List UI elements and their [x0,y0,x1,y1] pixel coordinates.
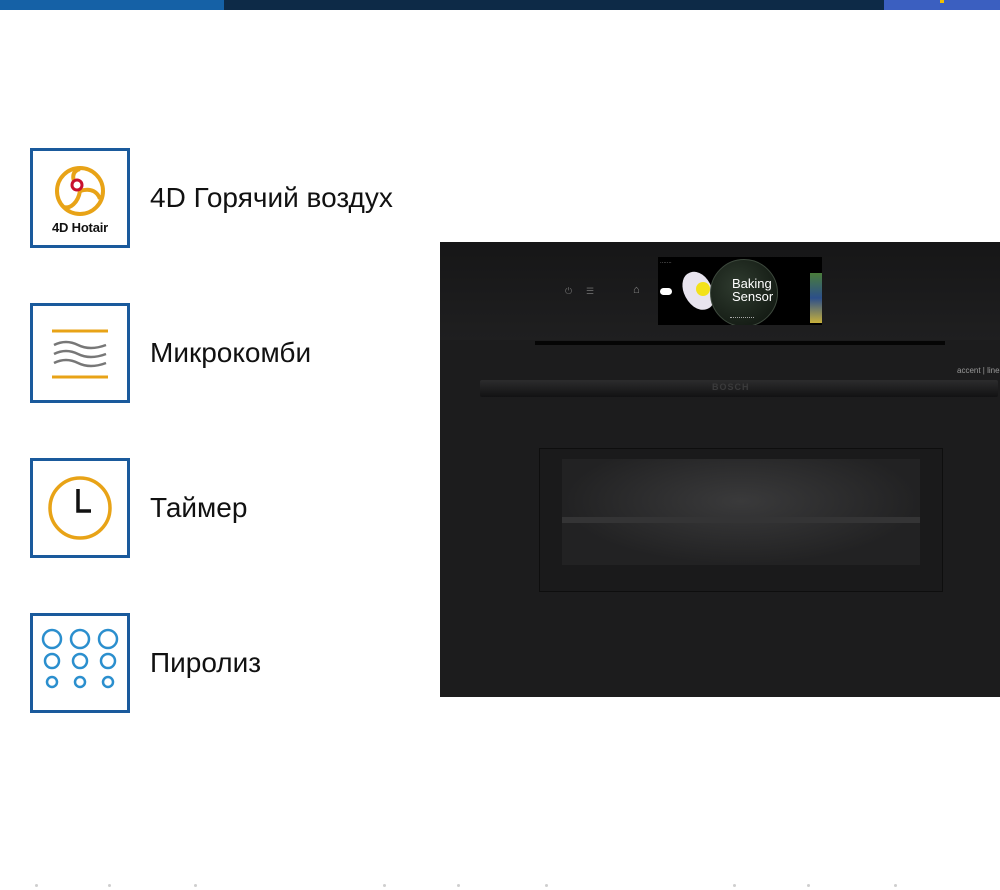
display-status-text: ······· [660,260,672,266]
clock-icon [30,458,130,558]
home-icon: ⌂ [633,284,640,296]
display-toggle [660,288,672,295]
oven-product-image: ⏻ ☰ ⌂ ······· Baking Sensor accent | lin… [440,242,1000,697]
oven-rack [562,517,920,523]
display-pager-dots [730,317,754,320]
oven-cavity [562,459,920,565]
display-line2: Sensor [732,289,774,304]
oven-door-window [539,448,943,592]
brand-logo: BOSCH [712,382,750,392]
oven-seam [535,341,945,345]
feature-label: Пиролиз [150,647,262,678]
egg-yolk [696,282,710,296]
hotair-fan-icon: 4D Hotair [30,148,130,248]
top-bar-segment-left [0,0,224,10]
oven-touch-display: ······· Baking Sensor [658,257,822,325]
feature-timer: Таймер [30,458,247,558]
menu-icon: ☰ [586,286,595,296]
microwave-waves-icon [30,303,130,403]
feature-label: Таймер [150,492,248,523]
power-icon: ⏻ [565,286,573,296]
bottom-decoration [0,880,1000,890]
feature-4d-hotair: 4D Hotair 4D Горячий воздух [30,148,393,248]
display-side-image [810,273,822,323]
top-bar-marker [940,0,944,3]
top-bar-segment-middle [224,0,884,10]
pyrolysis-circles-icon [30,613,130,713]
display-text: Baking Sensor [732,277,773,303]
feature-pyrolysis: Пиролиз [30,613,261,713]
feature-label: Микрокомби [150,337,312,368]
feature-microcombi: Микрокомби [30,303,311,403]
top-color-bar [0,0,1000,10]
feature-label: 4D Горячий воздух [150,182,393,213]
series-logo: accent | line [957,366,1000,375]
top-bar-segment-right [884,0,1000,10]
hotair-caption: 4D Hotair [52,220,108,235]
